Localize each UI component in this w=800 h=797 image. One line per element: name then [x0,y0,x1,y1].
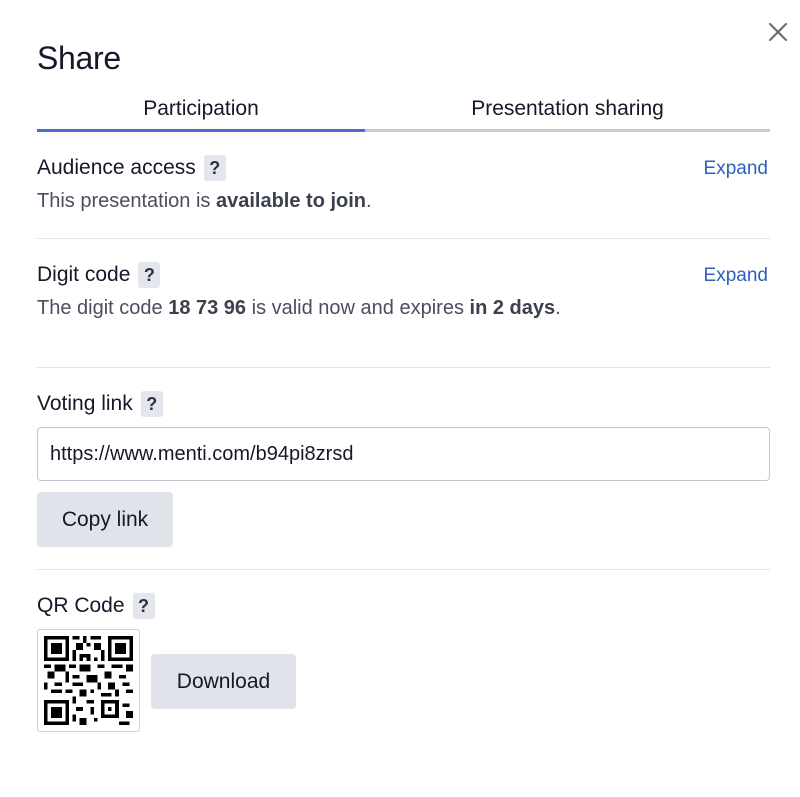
divider [37,569,770,570]
digit-code-description: The digit code 18 73 96 is valid now and… [37,297,561,320]
divider [37,367,770,368]
divider [37,238,770,239]
voting-link-input[interactable] [37,427,770,481]
audience-access-status: available to join [215,190,367,212]
digit-code-text-suffix: . [555,297,561,319]
audience-access-description: This presentation is available to join. [37,190,372,213]
download-qr-button[interactable]: Download [151,654,296,709]
active-tab-indicator [37,129,365,132]
voting-link-heading: Voting link [37,392,133,415]
digit-code-text-middle: is valid now and expires [246,297,470,319]
voting-link-help-button[interactable]: ? [140,391,163,417]
qr-code-help-button[interactable]: ? [132,593,155,619]
dialog-title: Share [37,40,121,76]
digit-code-value: 18 73 96 [168,297,247,319]
digit-code-heading: Digit code [37,263,131,286]
close-button[interactable] [764,18,792,46]
qr-code-image [37,629,140,732]
audience-access-text-suffix: . [366,190,372,212]
audience-access-heading: Audience access [37,156,196,179]
digit-code-heading-row: Digit code ? [37,262,161,288]
share-dialog: Share Participation Presentation sharing… [0,0,800,797]
close-icon [768,22,788,42]
audience-access-text-prefix: This presentation is [37,190,216,212]
qr-code-icon [44,636,133,725]
tab-presentation-sharing[interactable]: Presentation sharing [365,86,770,132]
tab-participation[interactable]: Participation [37,86,365,132]
digit-code-help-button[interactable]: ? [138,262,161,288]
audience-access-expand-link[interactable]: Expand [704,158,768,180]
digit-code-text-prefix: The digit code [37,297,169,319]
audience-access-help-button[interactable]: ? [203,155,226,181]
voting-link-heading-row: Voting link ? [37,391,163,417]
digit-code-expiry: in 2 days [469,297,556,319]
audience-access-heading-row: Audience access ? [37,155,226,181]
tab-bar: Participation Presentation sharing [37,86,770,132]
qr-code-heading-row: QR Code ? [37,593,155,619]
copy-link-button[interactable]: Copy link [37,492,173,547]
qr-code-heading: QR Code [37,594,125,617]
digit-code-expand-link[interactable]: Expand [704,265,768,287]
